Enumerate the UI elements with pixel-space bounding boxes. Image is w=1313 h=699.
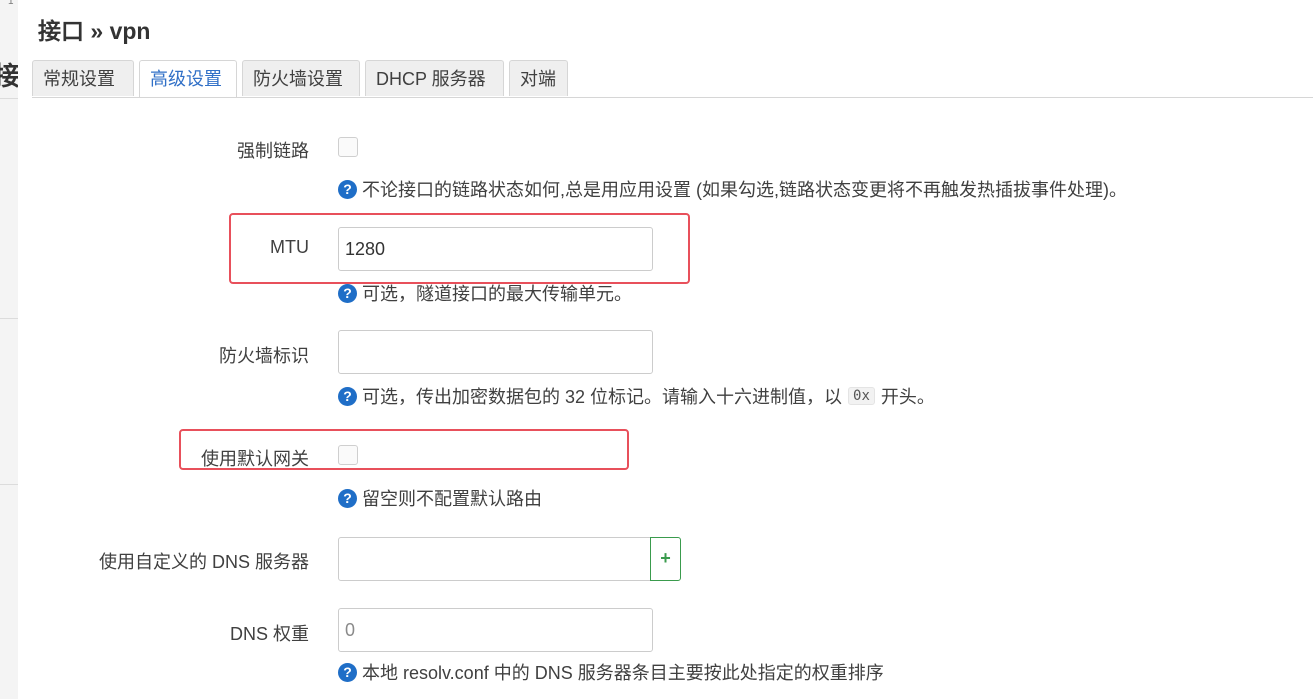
dns-weight-help-text: 本地 resolv.conf 中的 DNS 服务器条目主要按此处指定的权重排序 [362,663,884,683]
fwmark-input[interactable] [338,330,653,374]
mtu-label: MTU [270,237,309,257]
dialog-title: 接口 » vpn [38,18,151,44]
force-link-help-text: 不论接口的链路状态如何,总是用应用设置 (如果勾选,链路状态变更将不再触发热插拔… [362,180,1127,200]
help-icon: ? [338,386,357,406]
help-icon: ? [338,662,357,682]
background-page-title-fragment: 接 [0,56,18,93]
dns-weight-input[interactable] [338,608,653,652]
background-page-small-text: 1 [8,0,14,7]
default-gateway-help-text: 留空则不配置默认路由 [362,489,542,509]
mtu-input[interactable] [338,227,653,271]
force-link-checkbox[interactable] [338,137,358,157]
custom-dns-label: 使用自定义的 DNS 服务器 [98,552,309,572]
background-divider [0,484,18,485]
tab-general-settings[interactable]: 常规设置 [32,60,134,96]
interface-settings-dialog: 接口 » vpn 常规设置 高级设置 防火墙设置 DHCP 服务器 对端 强制链… [18,0,1313,699]
force-link-help: ? 不论接口的链路状态如何,总是用应用设置 (如果勾选,链路状态变更将不再触发热… [338,176,1127,202]
custom-dns-input[interactable] [338,537,651,581]
tab-firewall-settings[interactable]: 防火墙设置 [242,60,360,96]
fwmark-label: 防火墙标识 [219,346,309,366]
mtu-help: ? 可选，隧道接口的最大传输单元。 [338,280,632,306]
add-dns-server-button[interactable]: + [650,537,681,581]
dns-weight-label: DNS 权重 [229,624,309,644]
mtu-help-text: 可选，隧道接口的最大传输单元。 [362,284,632,304]
fwmark-help-text-end: 开头。 [880,387,935,407]
default-gateway-help: ? 留空则不配置默认路由 [338,485,542,511]
background-divider [0,318,18,319]
background-divider [0,98,18,99]
fwmark-help: ? 可选，传出加密数据包的 32 位标记。请输入十六进制值，以 0x 开头。 [338,383,935,409]
help-icon: ? [338,179,357,199]
background-page-strip: 1 接 [0,0,19,699]
tab-peers[interactable]: 对端 [509,60,568,96]
tab-advanced-settings[interactable]: 高级设置 [139,60,237,97]
default-gateway-label: 使用默认网关 [201,449,309,469]
tab-bar: 常规设置 高级设置 防火墙设置 DHCP 服务器 对端 [32,60,1313,98]
help-icon: ? [338,283,357,303]
dns-weight-help: ? 本地 resolv.conf 中的 DNS 服务器条目主要按此处指定的权重排… [338,659,884,685]
force-link-label: 强制链路 [237,141,309,161]
default-gateway-checkbox[interactable] [338,445,358,465]
fwmark-help-text: 可选，传出加密数据包的 32 位标记。请输入十六进制值，以 [362,387,843,407]
hex-prefix-code: 0x [848,387,875,405]
help-icon: ? [338,488,357,508]
tab-dhcp-server[interactable]: DHCP 服务器 [365,60,504,96]
